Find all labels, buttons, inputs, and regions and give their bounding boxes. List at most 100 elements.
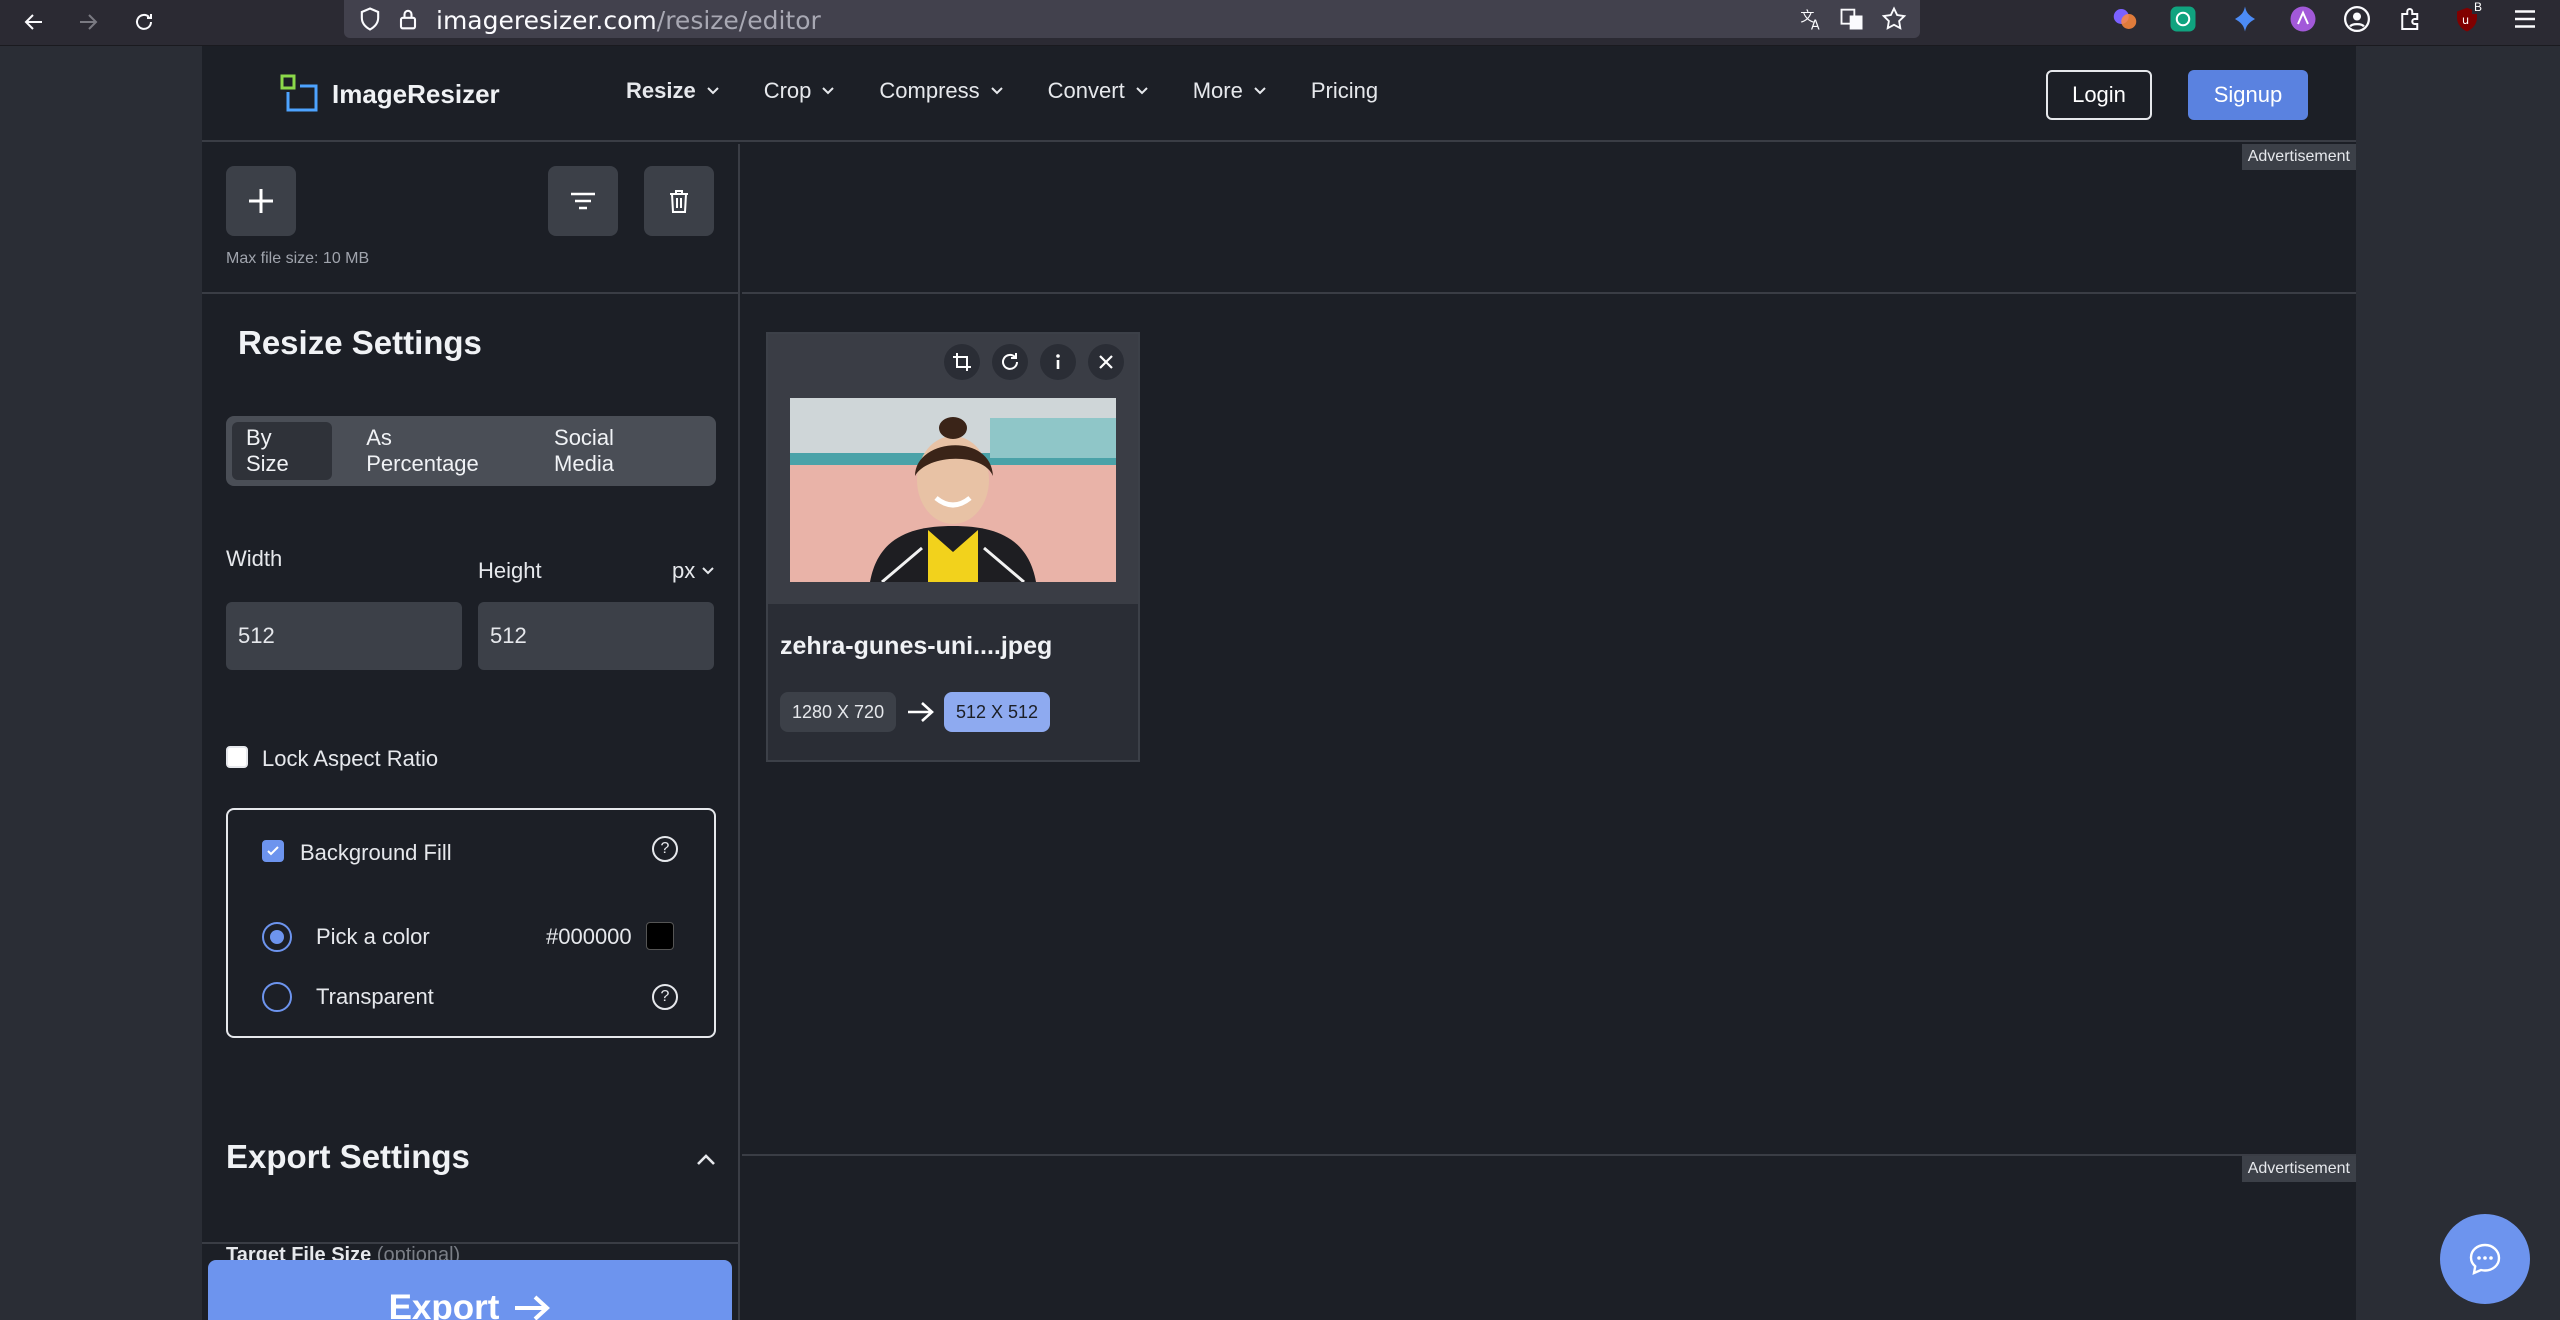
rotate-icon [1002, 353, 1018, 370]
width-input[interactable]: 512 [226, 602, 462, 670]
tab-by-size[interactable]: By Size [232, 422, 333, 480]
logo-icon [280, 74, 318, 112]
checkmark-icon [267, 846, 279, 856]
back-button[interactable] [16, 4, 52, 40]
info-icon [1056, 354, 1060, 369]
nav-pricing[interactable]: Pricing [1311, 78, 1378, 104]
info-button[interactable] [1040, 344, 1076, 380]
page-gutter-right [2356, 46, 2560, 1320]
max-file-size-note: Max file size: 10 MB [226, 250, 370, 267]
chevron-down-icon [1254, 87, 1266, 95]
forward-button[interactable] [70, 4, 106, 40]
site-header: ImageResizer Resize Crop Compress Conver… [202, 46, 2356, 142]
profile-extension-icon[interactable] [2288, 4, 2318, 34]
resize-mode-tabs: By Size As Percentage Social Media [226, 416, 716, 486]
remove-image-button[interactable] [1088, 344, 1124, 380]
extensions-puzzle-icon[interactable] [2396, 4, 2426, 34]
ublock-badge: B [2472, 0, 2485, 14]
reload-button[interactable] [126, 4, 162, 40]
page-gutter-left [0, 46, 202, 1320]
export-label: Export [388, 1288, 500, 1320]
add-image-button[interactable] [226, 166, 296, 236]
close-icon [1099, 355, 1113, 369]
login-button[interactable]: Login [2046, 70, 2152, 120]
chat-button[interactable] [2440, 1214, 2530, 1304]
nav-more-label: More [1192, 78, 1243, 103]
crop-icon [953, 353, 971, 371]
nav-resize[interactable]: Resize [626, 78, 720, 104]
chevron-down-icon [707, 87, 719, 95]
lock-aspect-label: Lock Aspect Ratio [262, 746, 439, 771]
signup-button[interactable]: Signup [2188, 70, 2308, 120]
nav-crop[interactable]: Crop [764, 78, 836, 104]
chevron-down-icon [1135, 87, 1148, 95]
ublock-extension[interactable]: u B [2452, 0, 2485, 36]
logo[interactable]: ImageResizer [280, 74, 500, 114]
chevron-up-icon[interactable] [694, 1148, 718, 1172]
bookmark-star-icon[interactable] [1880, 5, 1908, 33]
lock-icon[interactable] [394, 5, 422, 33]
help-icon[interactable]: ? [652, 836, 678, 862]
width-label: Width [226, 546, 283, 571]
height-input[interactable]: 512 [478, 602, 714, 670]
background-fill-checkbox[interactable] [262, 840, 284, 862]
color-hex-value[interactable]: #000000 [546, 924, 632, 950]
ad-slot-bottom: Advertisement [742, 1154, 2356, 1320]
resize-settings-title: Resize Settings [238, 324, 482, 361]
nav-more[interactable]: More [1193, 78, 1267, 104]
crop-button[interactable] [944, 344, 980, 380]
plus-icon [249, 189, 273, 213]
svg-text:u: u [2462, 14, 2469, 27]
pick-color-radio[interactable] [262, 922, 292, 952]
nav-resize-label: Resize [626, 78, 696, 103]
export-button[interactable]: Export [208, 1260, 732, 1320]
background-fill-panel: Background Fill ? Pick a color #000000 T… [226, 808, 716, 1038]
url-host: imageresizer.com [436, 6, 657, 35]
export-divider [202, 1242, 738, 1244]
trash-icon [670, 190, 688, 213]
delete-all-button[interactable] [644, 166, 714, 236]
sparkle-extension-icon[interactable] [2230, 4, 2260, 34]
site-container: ImageResizer Resize Crop Compress Conver… [202, 46, 2356, 1320]
image-thumbnail [790, 398, 1116, 582]
settings-sidebar: Max file size: 10 MB Resize Settings By … [202, 144, 740, 1320]
color-swatch[interactable] [646, 922, 674, 950]
nav-crop-label: Crop [763, 78, 812, 103]
address-bar[interactable]: imageresizer.com/resize/editor 文A [344, 0, 1920, 38]
new-dimensions: 512 X 512 [944, 692, 1051, 732]
lock-aspect-checkbox[interactable] [226, 746, 248, 768]
account-icon[interactable] [2342, 4, 2372, 34]
chevron-down-icon [990, 87, 1003, 95]
copilot-extension-icon[interactable] [2110, 4, 2140, 34]
page-translate-icon[interactable] [1838, 5, 1866, 33]
translate-icon[interactable]: 文A [1798, 5, 1826, 33]
main-nav: Resize Crop Compress Convert More Pricin… [626, 78, 1422, 104]
nav-convert-label: Convert [1047, 78, 1125, 103]
nav-convert[interactable]: Convert [1048, 78, 1149, 104]
tab-social-media[interactable]: Social Media [540, 422, 690, 480]
help-icon[interactable]: ? [652, 984, 678, 1010]
target-file-size-text: Target File Size [226, 1244, 372, 1260]
image-card[interactable]: zehra-gunes-uni....jpeg 1280 X 720 512 X… [766, 332, 1140, 762]
reload-icon [136, 13, 152, 30]
nav-compress[interactable]: Compress [879, 78, 1003, 104]
pick-color-label: Pick a color [316, 924, 430, 949]
file-name: zehra-gunes-uni....jpeg [780, 632, 1053, 660]
ad-label: Advertisement [2241, 144, 2356, 170]
export-settings-title: Export Settings [226, 1138, 470, 1175]
unit-select[interactable]: px [672, 558, 715, 584]
arrow-left-icon [24, 14, 42, 30]
svg-text:A: A [1811, 19, 1820, 34]
rotate-button[interactable] [992, 344, 1028, 380]
image-preview-area [768, 334, 1138, 604]
ad-slot-top: Advertisement [742, 144, 2356, 294]
hamburger-menu-icon[interactable] [2510, 4, 2540, 34]
chatgpt-extension-icon[interactable] [2168, 4, 2198, 34]
sort-filter-button[interactable] [548, 166, 618, 236]
tab-as-percentage[interactable]: As Percentage [352, 422, 520, 480]
chevron-down-icon [702, 567, 714, 575]
shield-icon[interactable] [356, 5, 384, 33]
transparent-radio[interactable] [262, 982, 292, 1012]
filter-lines-icon [571, 192, 595, 210]
target-file-size-label: Target File Size (optional) [226, 1244, 460, 1260]
